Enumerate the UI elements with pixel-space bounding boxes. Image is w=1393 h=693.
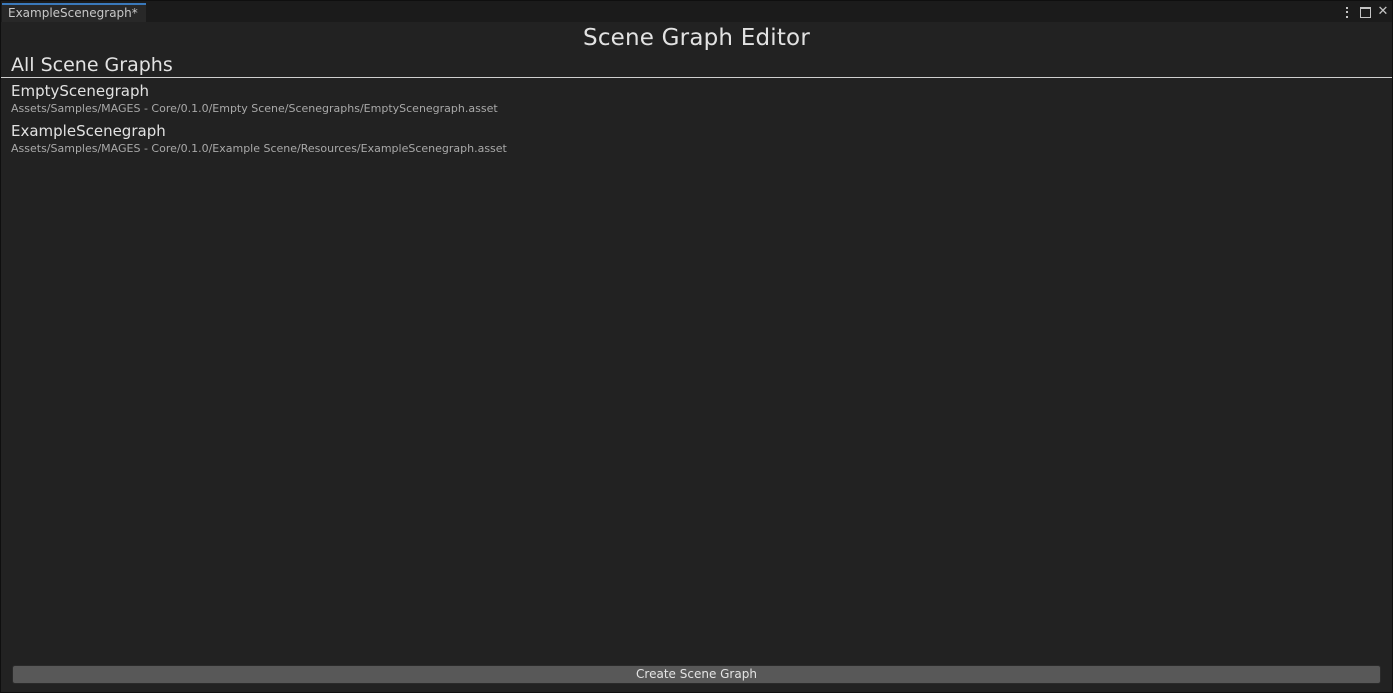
close-icon[interactable]: ✕: [1376, 5, 1390, 19]
graph-name: ExampleScenegraph: [11, 122, 166, 140]
tab-bar: ExampleScenegraph* ✕: [1, 1, 1392, 22]
kebab-menu-icon[interactable]: [1340, 5, 1354, 19]
maximize-icon[interactable]: [1358, 5, 1372, 19]
scene-graph-editor-panel: Scene Graph Editor All Scene Graphs Empt…: [1, 22, 1392, 692]
create-scene-graph-button[interactable]: Create Scene Graph: [12, 665, 1381, 684]
section-title: All Scene Graphs: [11, 54, 173, 76]
editor-window: ExampleScenegraph* ✕ Scene Graph Editor …: [0, 0, 1393, 693]
divider: [1, 77, 1392, 78]
list-item[interactable]: ExampleScenegraph Assets/Samples/MAGES -…: [11, 122, 1382, 162]
scene-graph-list: EmptyScenegraph Assets/Samples/MAGES - C…: [11, 82, 1382, 162]
tab-label: ExampleScenegraph*: [8, 6, 138, 20]
tab-example-scenegraph[interactable]: ExampleScenegraph*: [2, 3, 146, 22]
graph-path: Assets/Samples/MAGES - Core/0.1.0/Exampl…: [11, 142, 507, 155]
graph-path: Assets/Samples/MAGES - Core/0.1.0/Empty …: [11, 102, 498, 115]
page-title: Scene Graph Editor: [583, 25, 810, 51]
list-item[interactable]: EmptyScenegraph Assets/Samples/MAGES - C…: [11, 82, 1382, 122]
window-controls: ✕: [1340, 4, 1390, 20]
graph-name: EmptyScenegraph: [11, 82, 150, 100]
